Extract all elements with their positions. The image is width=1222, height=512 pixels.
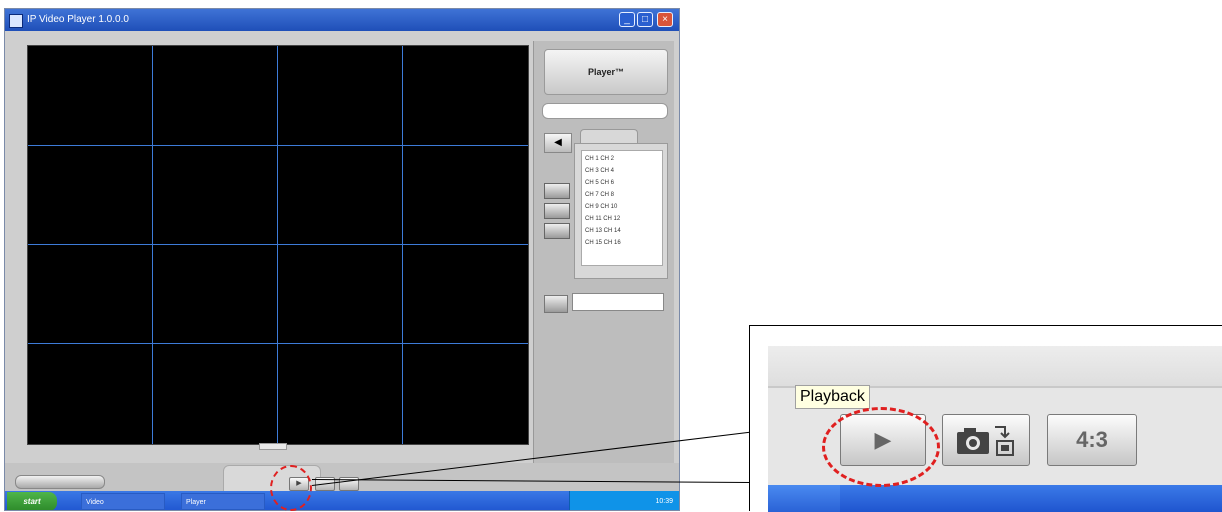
highlight-circle-large xyxy=(822,407,940,487)
channel-row[interactable]: CH 15 CH 16 xyxy=(582,239,662,247)
speed-slider[interactable] xyxy=(15,475,105,489)
highlight-circle-small xyxy=(270,465,312,511)
channel-row[interactable]: CH 9 CH 10 xyxy=(582,203,662,211)
taskbar-item[interactable]: Video xyxy=(81,493,165,510)
grid-divider xyxy=(28,343,528,344)
app-icon xyxy=(9,14,23,28)
channel-tab[interactable] xyxy=(580,129,638,144)
device-field[interactable] xyxy=(542,103,668,119)
system-tray: 10:39 xyxy=(569,491,679,510)
playback-tooltip: Playback xyxy=(795,385,870,409)
channel-row[interactable]: CH 1 CH 2 xyxy=(582,155,662,163)
channel-row[interactable]: CH 3 CH 4 xyxy=(582,167,662,175)
window-title: IP Video Player 1.0.0.0 xyxy=(27,14,129,25)
channel-list: CH 1 CH 2 CH 3 CH 4 CH 5 CH 6 CH 7 CH 8 … xyxy=(581,150,663,266)
grid-divider xyxy=(277,46,278,444)
player-button[interactable]: Player™ xyxy=(544,49,668,95)
zoom-menu-strip xyxy=(768,346,1222,386)
back-button[interactable]: ◀ xyxy=(544,133,572,153)
layout-4-button[interactable] xyxy=(544,183,570,199)
camera-save-icon xyxy=(957,426,1014,456)
layout-9-button[interactable] xyxy=(544,203,570,219)
title-bar: IP Video Player 1.0.0.0 _ □ × xyxy=(5,9,679,31)
close-button[interactable]: × xyxy=(657,12,673,27)
maximize-button[interactable]: □ xyxy=(637,12,653,27)
zoom-taskbar xyxy=(768,485,1222,512)
taskbar-item[interactable]: Player xyxy=(181,493,265,510)
snapshot-button[interactable] xyxy=(942,414,1030,466)
grid-divider xyxy=(402,46,403,444)
layout-16-button[interactable] xyxy=(544,223,570,239)
grid-divider xyxy=(28,244,528,245)
minimize-button[interactable]: _ xyxy=(619,12,635,27)
clock: 10:39 xyxy=(655,498,673,505)
app-window: IP Video Player 1.0.0.0 _ □ × Player™ ◀ … xyxy=(4,8,680,511)
channel-row[interactable]: CH 7 CH 8 xyxy=(582,191,662,199)
volume-field[interactable] xyxy=(572,293,664,311)
grid-divider xyxy=(28,145,528,146)
split-handle[interactable] xyxy=(259,443,287,450)
channel-panel: CH 1 CH 2 CH 3 CH 4 CH 5 CH 6 CH 7 CH 8 … xyxy=(574,143,668,279)
channel-row[interactable]: CH 11 CH 12 xyxy=(582,215,662,223)
channel-row[interactable]: CH 5 CH 6 xyxy=(582,179,662,187)
zoom-inset: Playback ▶ 4:3 xyxy=(749,325,1222,512)
channel-row[interactable]: CH 13 CH 14 xyxy=(582,227,662,235)
side-panel: Player™ ◀ CH 1 CH 2 CH 3 CH 4 CH 5 CH 6 … xyxy=(533,41,674,493)
video-grid[interactable] xyxy=(27,45,529,445)
zoom-start-area xyxy=(768,485,840,512)
taskbar: start Video Player 10:39 xyxy=(5,491,679,510)
bottom-toolbar: ▶ xyxy=(5,463,679,493)
start-button[interactable]: start xyxy=(7,492,57,510)
speaker-icon[interactable] xyxy=(544,295,568,313)
grid-divider xyxy=(152,46,153,444)
aspect-ratio-button[interactable]: 4:3 xyxy=(1047,414,1137,466)
